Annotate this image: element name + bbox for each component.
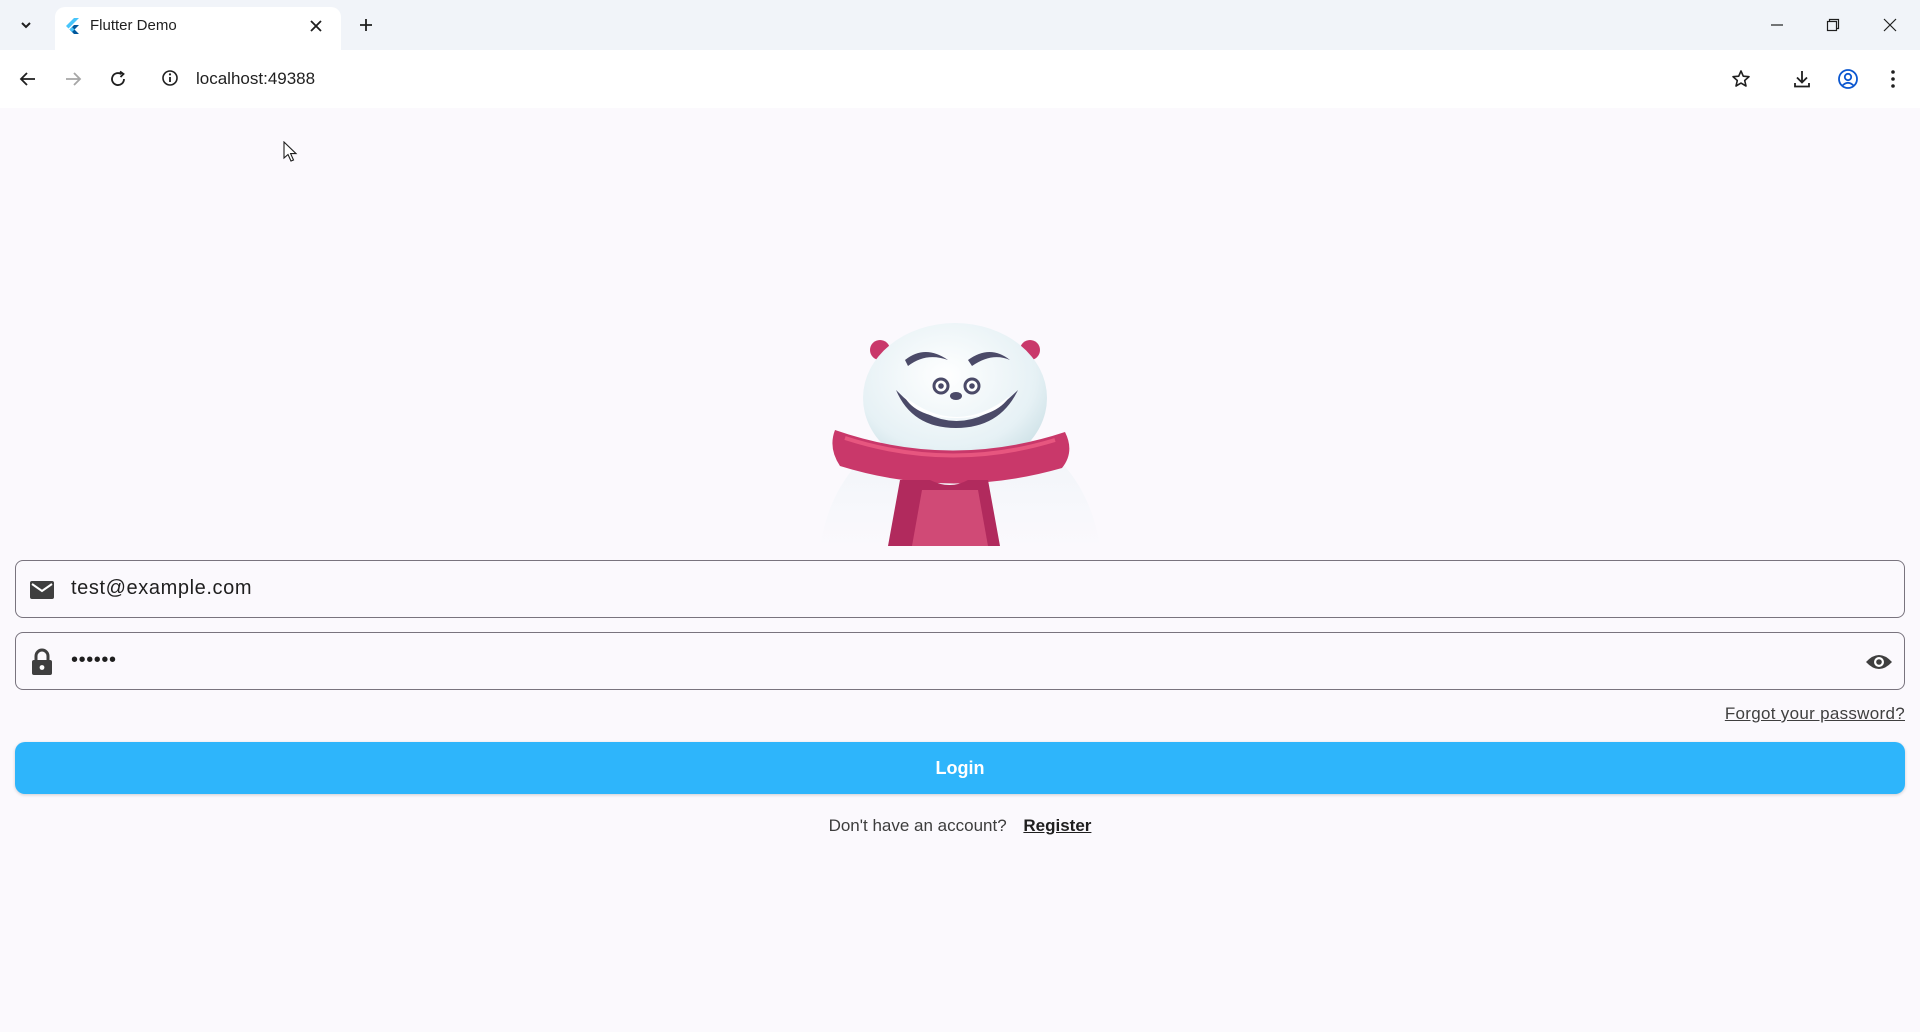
email-input-value[interactable]: test@example.com	[71, 577, 252, 600]
address-bar[interactable]: localhost:49388	[196, 69, 315, 89]
close-icon	[1883, 18, 1897, 32]
browser-toolbar: localhost:49388	[0, 50, 1920, 108]
browser-tab-strip: Flutter Demo	[0, 0, 1920, 50]
login-button-label: Login	[935, 757, 985, 778]
close-icon	[310, 20, 322, 32]
register-prompt: Don't have an account? Register	[0, 816, 1920, 836]
minimize-icon	[1771, 24, 1783, 26]
new-tab-button[interactable]	[354, 13, 378, 37]
minimize-button[interactable]	[1757, 10, 1797, 40]
flutter-logo-icon	[66, 18, 79, 34]
eye-icon	[1866, 655, 1892, 669]
profile-button[interactable]	[1834, 65, 1862, 93]
bookmark-button[interactable]	[1727, 65, 1755, 93]
mouse-cursor-icon	[283, 141, 298, 162]
forgot-password-link[interactable]: Forgot your password?	[1725, 704, 1905, 724]
restore-icon	[1826, 18, 1840, 32]
plus-icon	[360, 19, 372, 31]
kebab-menu-icon	[1891, 70, 1895, 88]
profile-icon	[1838, 69, 1858, 89]
reload-button[interactable]	[104, 65, 132, 93]
star-icon	[1732, 70, 1750, 87]
arrow-left-icon	[19, 72, 35, 86]
toggle-password-visibility-button[interactable]	[1864, 648, 1894, 676]
email-field[interactable]: test@example.com	[15, 560, 1905, 618]
info-icon	[162, 70, 178, 86]
password-input-value[interactable]: ••••••	[71, 649, 117, 672]
chevron-down-icon	[21, 22, 31, 29]
no-account-text: Don't have an account?	[828, 816, 1007, 835]
close-window-button[interactable]	[1870, 10, 1910, 40]
panda-mascot-illustration	[820, 323, 1100, 546]
tab-close-button[interactable]	[305, 15, 327, 37]
login-button[interactable]: Login	[15, 742, 1905, 794]
password-field[interactable]: ••••••	[15, 632, 1905, 690]
back-button[interactable]	[14, 65, 42, 93]
tab-search-button[interactable]	[10, 12, 42, 38]
arrow-right-icon	[66, 72, 82, 86]
restore-button[interactable]	[1813, 10, 1853, 40]
reload-icon	[111, 70, 125, 86]
browser-menu-button[interactable]	[1879, 65, 1907, 93]
register-link[interactable]: Register	[1023, 816, 1091, 835]
browser-tab[interactable]: Flutter Demo	[55, 7, 341, 50]
email-icon	[28, 576, 56, 604]
download-icon	[1794, 71, 1810, 88]
tab-title: Flutter Demo	[90, 17, 177, 34]
site-info-button[interactable]	[158, 66, 182, 90]
downloads-button[interactable]	[1788, 65, 1816, 93]
forward-button[interactable]	[59, 65, 87, 93]
lock-icon	[28, 648, 56, 676]
